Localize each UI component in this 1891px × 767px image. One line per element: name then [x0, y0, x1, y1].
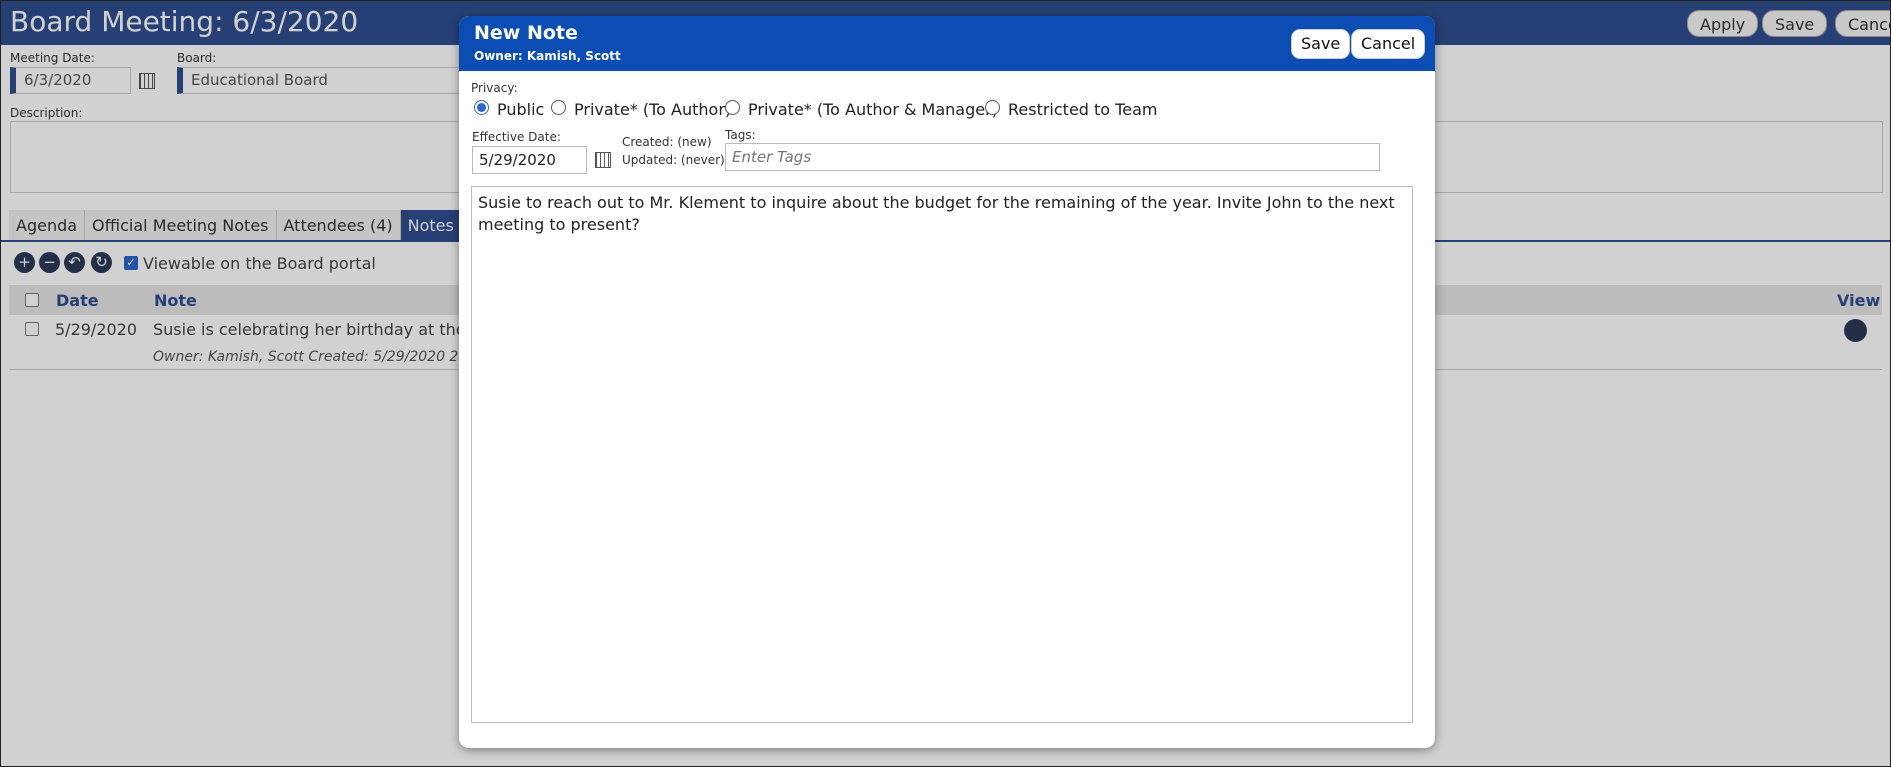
privacy-public-radio[interactable]: [474, 100, 489, 115]
dialog-header: New Note Owner: Kamish, Scott Save Cance…: [459, 16, 1435, 71]
dialog-cancel-button[interactable]: Cancel: [1351, 29, 1426, 59]
privacy-private-author-manager-radio[interactable]: [725, 100, 740, 115]
tags-input[interactable]: [725, 143, 1380, 171]
note-textarea[interactable]: Susie to reach out to Mr. Klement to inq…: [471, 186, 1413, 723]
privacy-label: Privacy:: [471, 81, 518, 95]
privacy-public-label: Public: [497, 100, 545, 119]
privacy-private-author-label: Private* (To Author): [574, 100, 732, 119]
updated-text: Updated: (never): [622, 153, 725, 167]
dialog-owner: Owner: Kamish, Scott: [474, 49, 621, 63]
privacy-restricted-team-radio[interactable]: [985, 100, 1000, 115]
privacy-private-author-radio[interactable]: [551, 100, 566, 115]
effective-date-label: Effective Date:: [472, 130, 561, 144]
new-note-dialog: New Note Owner: Kamish, Scott Save Cance…: [459, 16, 1435, 748]
privacy-private-author-manager-label: Private* (To Author & Manager): [748, 100, 998, 119]
effective-date-input[interactable]: 5/29/2020: [472, 146, 587, 174]
created-text: Created: (new): [622, 135, 712, 149]
app-window: Board Meeting: 6/3/2020 Apply Save Cance…: [0, 0, 1891, 767]
dialog-save-button[interactable]: Save: [1291, 29, 1351, 59]
tags-label: Tags:: [725, 128, 756, 142]
effective-date-calendar-icon[interactable]: [595, 152, 611, 168]
privacy-restricted-team-label: Restricted to Team: [1008, 100, 1158, 119]
dialog-title: New Note: [474, 22, 578, 44]
